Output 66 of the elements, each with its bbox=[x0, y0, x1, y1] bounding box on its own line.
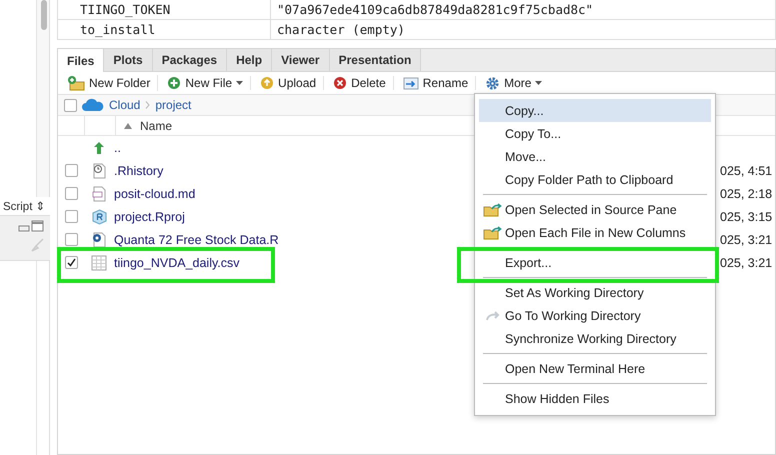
menu-item[interactable]: Open Each File in New Columns bbox=[479, 221, 711, 244]
file-checkbox[interactable] bbox=[64, 256, 78, 269]
pane-tab[interactable]: Viewer bbox=[272, 49, 330, 71]
menu-item[interactable]: Open Selected in Source Pane bbox=[479, 198, 711, 221]
file-name-link[interactable]: posit-cloud.md bbox=[114, 186, 196, 200]
toolbar-button[interactable]: Delete bbox=[330, 76, 394, 90]
modified-date: 025, 3:21 bbox=[720, 256, 772, 270]
toolbar-button[interactable]: Upload bbox=[257, 76, 324, 90]
new-folder-icon bbox=[67, 75, 85, 91]
chevron-icon bbox=[145, 101, 150, 109]
plus-icon bbox=[167, 76, 182, 90]
modified-date: 025, 2:18 bbox=[720, 186, 772, 200]
menu-item[interactable]: Set As Working Directory bbox=[479, 281, 711, 304]
clock-file-icon bbox=[92, 162, 106, 178]
pane-tab[interactable]: Help bbox=[227, 49, 272, 71]
toolbar-button[interactable]: Rename bbox=[400, 76, 476, 90]
up-arrow-icon[interactable] bbox=[92, 140, 106, 154]
scrollbar[interactable] bbox=[36, 0, 50, 197]
modified-date: 025, 3:15 bbox=[720, 210, 772, 224]
menu-item[interactable]: Move... bbox=[479, 145, 711, 168]
upload-icon bbox=[260, 76, 274, 90]
pane-tab[interactable]: Plots bbox=[104, 49, 153, 71]
toolbar-button[interactable]: New File bbox=[164, 76, 252, 90]
menu-item[interactable]: Copy To... bbox=[479, 122, 711, 145]
breadcrumb-link[interactable]: Cloud bbox=[109, 98, 140, 112]
menu-item[interactable]: Synchronize Working Directory bbox=[479, 327, 711, 350]
file-checkbox[interactable] bbox=[64, 210, 78, 223]
r-file-icon bbox=[92, 232, 106, 248]
pane-tab[interactable]: Packages bbox=[152, 49, 228, 71]
rename-icon bbox=[402, 76, 419, 90]
name-column-header[interactable]: Name bbox=[132, 118, 172, 132]
variable-value: character (empty) bbox=[276, 22, 405, 37]
file-name-link[interactable]: project.Rproj bbox=[114, 210, 185, 224]
variable-name: TIINGO_TOKEN bbox=[80, 2, 170, 17]
broom-icon[interactable] bbox=[30, 238, 44, 252]
file-name-link[interactable]: .Rhistory bbox=[114, 164, 164, 178]
file-name-link[interactable]: Quanta 72 Free Stock Data.R bbox=[114, 232, 279, 246]
cloud-icon bbox=[82, 98, 104, 112]
file-checkbox[interactable] bbox=[64, 187, 78, 200]
modified-date: 025, 3:21 bbox=[720, 232, 772, 246]
toolbar-button[interactable]: New Folder bbox=[64, 75, 158, 91]
menu-item[interactable]: Copy... bbox=[479, 99, 711, 122]
menu-item[interactable]: Show Hidden Files bbox=[479, 387, 711, 410]
menu-item[interactable]: Open New Terminal Here bbox=[479, 357, 711, 380]
parent-folder-link[interactable]: .. bbox=[114, 140, 121, 154]
variable-value: "07a967ede4109ca6db87849da8281c9f75cbad8c" bbox=[276, 2, 594, 17]
settings-icon bbox=[485, 76, 500, 90]
file-checkbox[interactable] bbox=[64, 233, 78, 246]
cube-icon bbox=[92, 208, 106, 224]
window-layout-icon[interactable] bbox=[18, 220, 44, 232]
pane-tab[interactable]: Files bbox=[58, 49, 104, 72]
sort-ascending-icon bbox=[124, 122, 132, 128]
menu-item[interactable]: Go To Working Directory bbox=[479, 304, 711, 327]
markdown-file-icon bbox=[92, 186, 106, 202]
spreadsheet-icon bbox=[91, 254, 107, 270]
file-name-link[interactable]: tiingo_NVDA_daily.csv bbox=[114, 256, 240, 270]
pane-tab[interactable]: Presentation bbox=[330, 49, 422, 71]
breadcrumb-link[interactable]: project bbox=[155, 98, 192, 112]
modified-date: 025, 4:51 bbox=[720, 164, 772, 178]
menu-item[interactable]: Copy Folder Path to Clipboard bbox=[479, 168, 711, 191]
file-checkbox[interactable] bbox=[64, 164, 78, 177]
toolbar-button[interactable]: More bbox=[482, 76, 550, 90]
delete-icon bbox=[333, 76, 348, 90]
select-all-checkbox[interactable] bbox=[64, 98, 77, 112]
variable-name: to_install bbox=[80, 22, 156, 37]
menu-item[interactable]: Export... bbox=[479, 251, 711, 274]
